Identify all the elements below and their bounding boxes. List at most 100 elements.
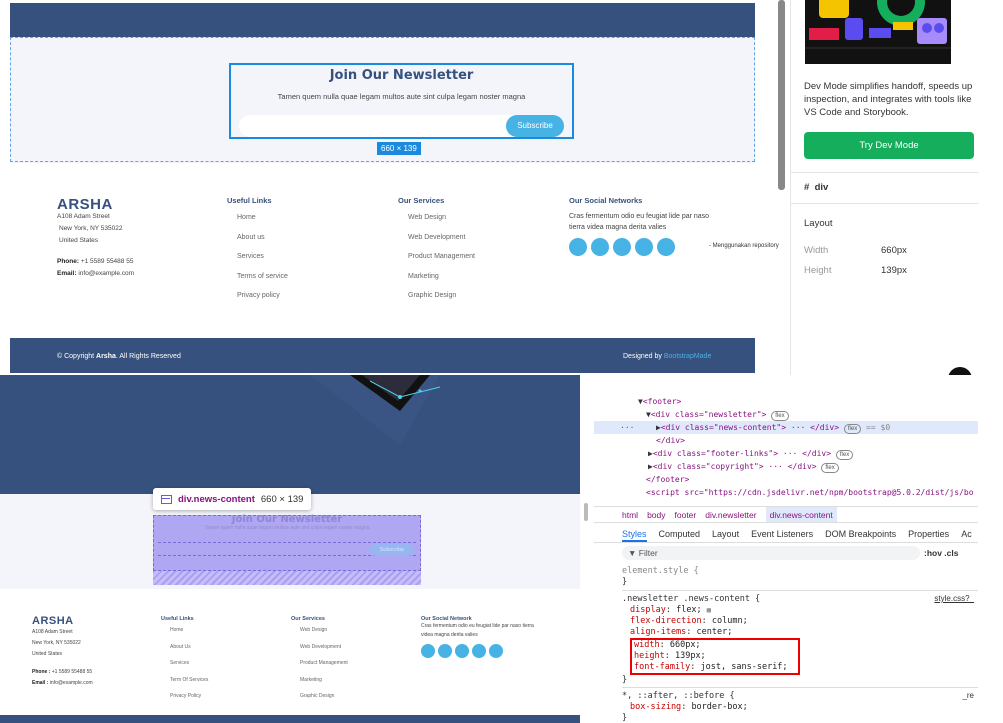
more-icon[interactable]: ··· <box>620 421 634 434</box>
footer-link[interactable]: About us <box>237 228 288 248</box>
email-value: info@example.com <box>78 270 135 277</box>
divider <box>622 687 978 688</box>
tab-layout[interactable]: Layout <box>712 525 739 542</box>
skype-icon[interactable] <box>472 644 486 658</box>
facebook-icon[interactable] <box>591 238 609 256</box>
try-dev-mode-button[interactable]: Try Dev Mode <box>804 132 974 159</box>
scrollbar[interactable] <box>778 0 785 190</box>
devtools-tabs: Styles Computed Layout Event Listeners D… <box>594 525 978 543</box>
styles-filter-input[interactable]: ▼ Filter <box>622 546 920 560</box>
stylesheet-link[interactable]: style.css?_ <box>934 594 974 603</box>
social-column: Our Social Networks Cras fermentum odio … <box>569 196 719 256</box>
breadcrumb-item[interactable]: body <box>647 507 665 522</box>
subscribe-button[interactable]: Subscribe <box>370 544 414 556</box>
social-title: Our Social Networks <box>569 196 643 205</box>
news-content-selection[interactable]: Join Our Newsletter Tamen quem nulla qua… <box>229 63 574 139</box>
css-declaration[interactable]: align-items: center; <box>630 627 732 638</box>
service-link[interactable]: Marketing <box>300 672 348 689</box>
phone-value: +1 5589 55488 55 <box>51 669 93 675</box>
service-link[interactable]: Graphic Design <box>408 286 475 306</box>
tab-event-listeners[interactable]: Event Listeners <box>751 525 813 542</box>
dom-line[interactable]: ▼<div class="newsletter"> flex <box>594 408 978 421</box>
facebook-icon[interactable] <box>438 644 452 658</box>
service-link[interactable]: Web Development <box>408 228 475 248</box>
tab-styles[interactable]: Styles <box>622 525 647 542</box>
newsletter-email-input[interactable]: Subscribe <box>239 115 564 137</box>
services-column: Our Services Web Design Web Development … <box>291 616 348 705</box>
footer-link[interactable]: Services <box>170 655 208 672</box>
dom-line-selected[interactable]: ··· ▶<div class="news-content"> ··· </div… <box>594 421 978 434</box>
breadcrumb: html body footer div.newsletter div.news… <box>594 506 978 523</box>
tab-dom-breakpoints[interactable]: DOM Breakpoints <box>825 525 896 542</box>
instagram-icon[interactable] <box>613 238 631 256</box>
skype-icon[interactable] <box>635 238 653 256</box>
footer-link[interactable]: Home <box>237 208 288 228</box>
flex-badge[interactable]: flex <box>821 463 839 473</box>
dom-line[interactable]: </div> <box>594 434 978 447</box>
newsletter-title: Join Our Newsletter <box>329 68 474 83</box>
css-declaration[interactable]: flex-direction: column; <box>630 616 748 627</box>
instagram-icon[interactable] <box>455 644 469 658</box>
service-link[interactable]: Web Development <box>300 639 348 656</box>
news-content-highlight[interactable]: Join Our Newsletter Tamen quem nulla qua… <box>153 514 421 571</box>
css-declaration[interactable]: box-sizing: border-box; <box>630 702 748 713</box>
breadcrumb-item-active[interactable]: div.news-content <box>765 507 837 522</box>
useful-links-title: Useful Links <box>227 196 272 205</box>
css-declaration[interactable]: display: flex; ▦ <box>630 605 711 616</box>
phone-label: Phone : <box>32 669 51 675</box>
phone-label: Phone: <box>57 258 80 265</box>
footer-link[interactable]: About Us <box>170 639 208 656</box>
dev-mode-description: Dev Mode simplifies handoff, speeds up i… <box>804 81 973 118</box>
service-link[interactable]: Product Management <box>408 247 475 267</box>
tab-properties[interactable]: Properties <box>908 525 949 542</box>
linkedin-icon[interactable] <box>489 644 503 658</box>
service-link[interactable]: Web Design <box>408 208 475 228</box>
panel-splitter[interactable] <box>584 503 588 521</box>
divider <box>791 203 979 204</box>
dom-line[interactable]: ▶<div class="footer-links"> ··· </div> f… <box>594 447 978 460</box>
address-line: A108 Adam Street <box>57 213 110 220</box>
footer-link[interactable]: Terms of service <box>237 267 288 287</box>
dom-line[interactable]: </footer> <box>594 473 978 486</box>
flex-badge[interactable]: flex <box>835 450 854 460</box>
breadcrumb-item[interactable]: footer <box>675 507 697 522</box>
footer-link[interactable]: Services <box>237 247 288 267</box>
dev-mode-illustration <box>805 0 951 64</box>
hov-cls-toggles[interactable]: :hov .cls <box>924 546 958 560</box>
dom-line[interactable]: <script src="https://cdn.jsdelivr.net/np… <box>594 486 978 499</box>
dom-text: <div class="newsletter"> <box>650 410 767 419</box>
dom-line[interactable]: ▼<footer> <box>594 395 978 408</box>
linkedin-icon[interactable] <box>657 238 675 256</box>
tab-accessibility[interactable]: Ac <box>961 525 972 542</box>
dom-text: <footer> <box>642 397 682 406</box>
service-link[interactable]: Web Design <box>300 622 348 639</box>
service-link[interactable]: Product Management <box>300 655 348 672</box>
hash-icon: # <box>804 182 810 193</box>
subscribe-button[interactable]: Subscribe <box>506 115 564 137</box>
tab-computed[interactable]: Computed <box>659 525 701 542</box>
twitter-icon[interactable] <box>569 238 587 256</box>
width-label: Width <box>804 245 829 256</box>
flex-editor-icon[interactable]: ▦ <box>707 606 711 614</box>
breadcrumb-item[interactable]: html <box>622 507 638 522</box>
bootstrapmade-link[interactable]: BootstrapMade <box>664 353 711 360</box>
service-link[interactable]: Marketing <box>408 267 475 287</box>
flex-badge[interactable]: flex <box>771 411 789 421</box>
dom-text: <div class="news-content"> ··· </div> <box>660 423 840 432</box>
dom-line[interactable]: ▶<div class="copyright"> ··· </div> flex <box>594 460 978 473</box>
newsletter-section: Join Our Newsletter Tamen quem nulla qua… <box>10 37 755 162</box>
footer-link[interactable]: Privacy policy <box>237 286 288 306</box>
service-link[interactable]: Graphic Design <box>300 688 348 705</box>
stylesheet-link[interactable]: _re <box>962 691 974 700</box>
address-line: United States <box>32 651 63 657</box>
footer-brand: ARSHA <box>32 615 74 627</box>
breadcrumb-item[interactable]: div.newsletter <box>705 507 756 522</box>
footer-link[interactable]: Home <box>170 622 208 639</box>
twitter-icon[interactable] <box>421 644 435 658</box>
footer-link[interactable]: Term Of Services <box>170 672 208 689</box>
flex-badge[interactable]: flex <box>843 424 862 434</box>
copyright-bar: © Copyright Arsha. All Rights Reserved D… <box>10 338 755 373</box>
tooltip-selector: div.news-content <box>178 493 255 505</box>
footer-link[interactable]: Privacy Policy <box>170 688 208 705</box>
element-tag: # div <box>804 182 828 193</box>
